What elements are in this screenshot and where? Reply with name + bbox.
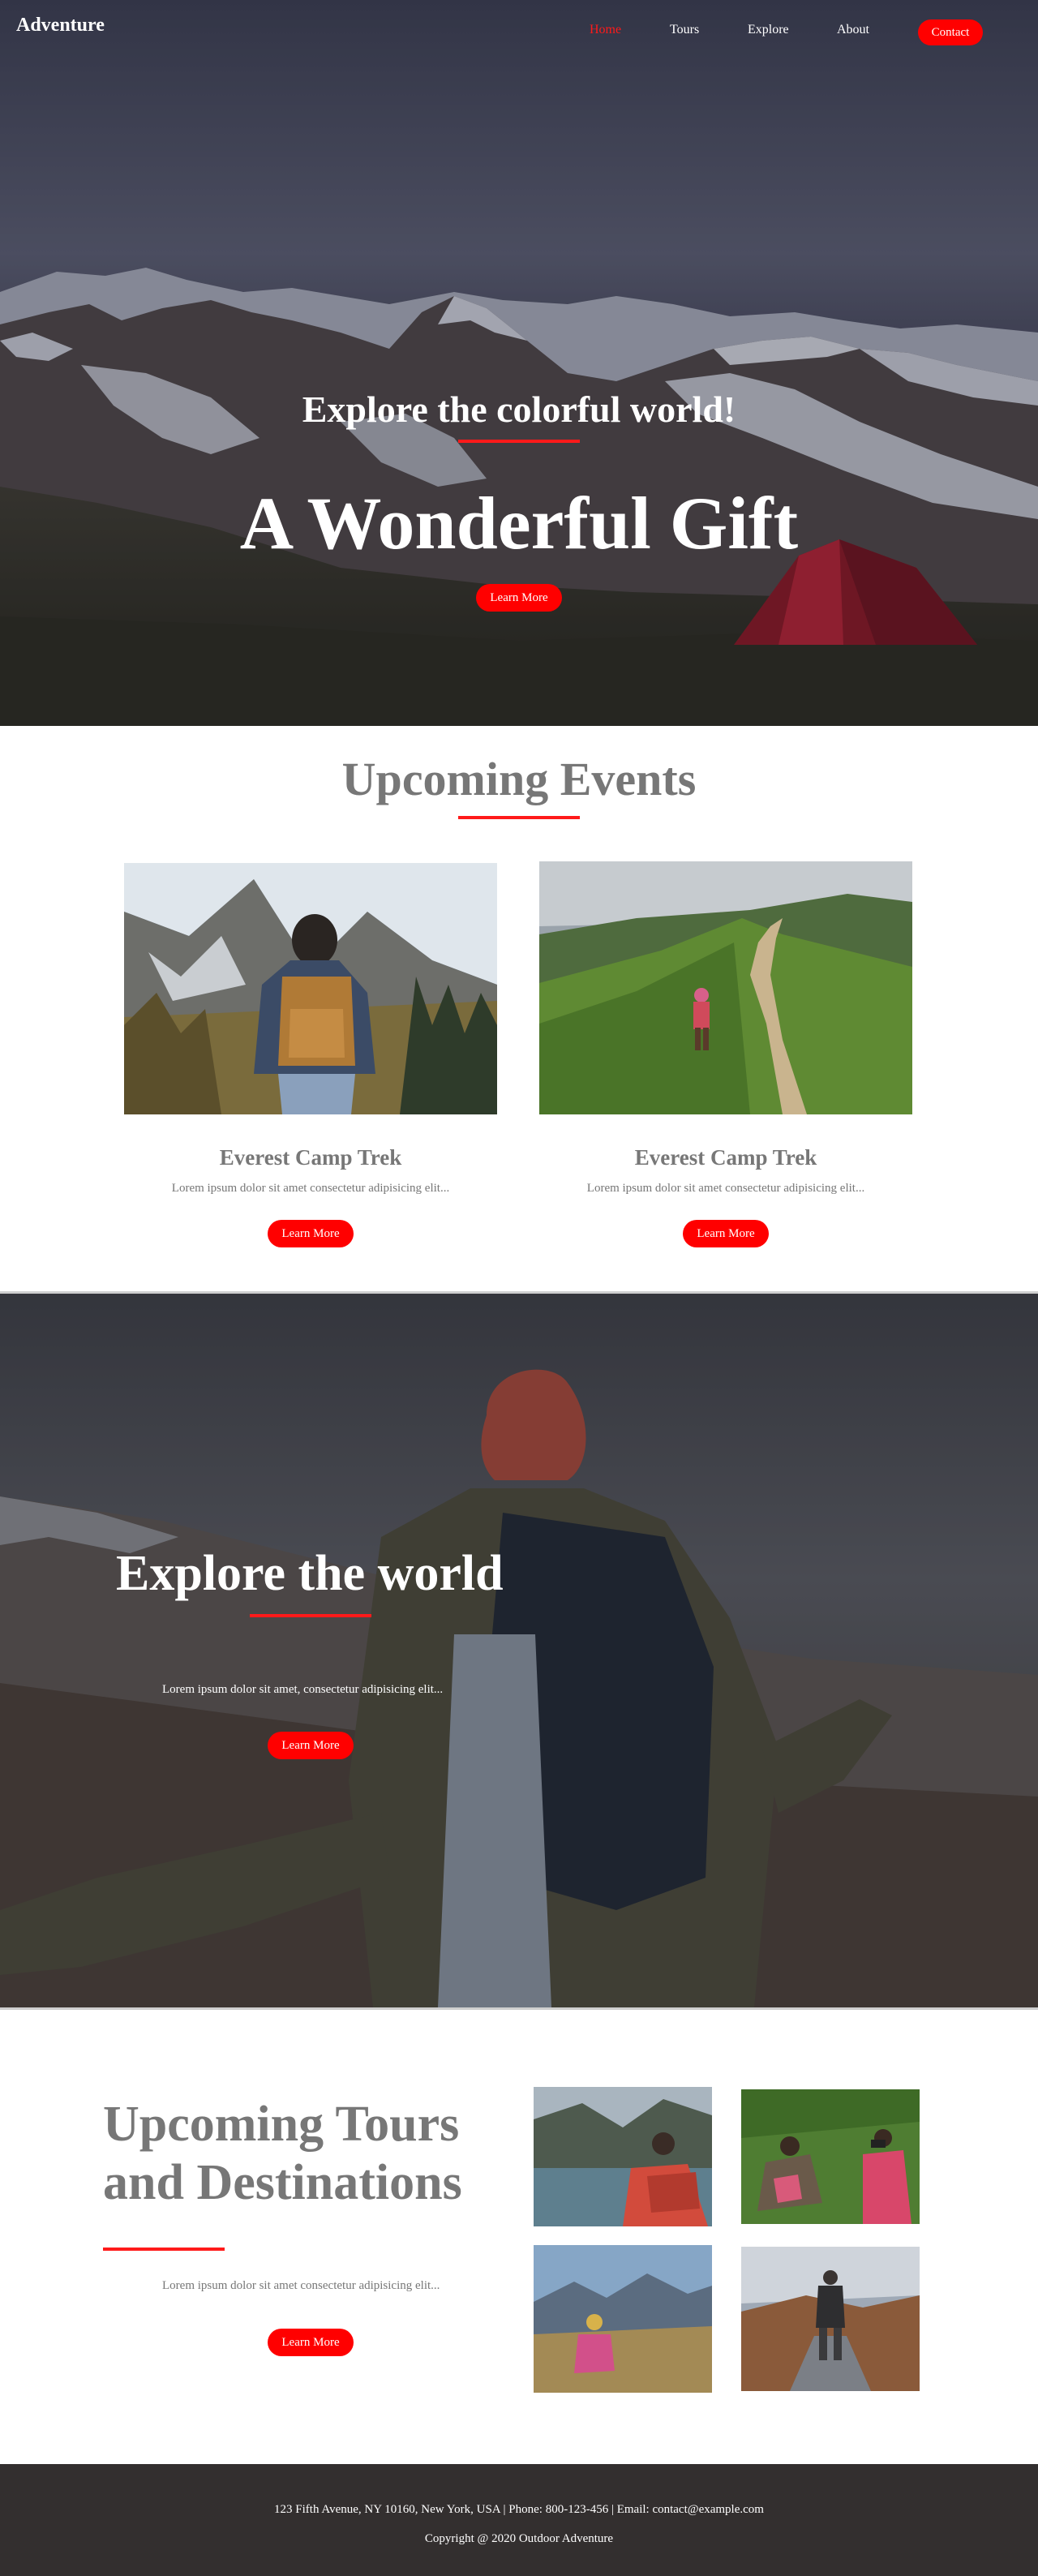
hero-underline: [458, 440, 580, 443]
upcoming-events-section: Upcoming Events Everest Camp Trek Lorem …: [0, 726, 1038, 1291]
tour-rocky-trail-image[interactable]: [741, 2247, 920, 2391]
events-underline: [458, 816, 580, 819]
event-hiker-backpack-image: [124, 863, 497, 1114]
hero-mountain-image: [0, 0, 1038, 726]
event-title: Everest Camp Trek: [219, 1145, 402, 1170]
event-description: Lorem ipsum dolor sit amet consectetur a…: [586, 1182, 865, 1195]
explore-learn-more-button[interactable]: Learn More: [268, 1732, 354, 1759]
contact-button[interactable]: Contact: [918, 19, 983, 45]
event-card: Everest Camp Trek Lorem ipsum dolor sit …: [124, 863, 497, 1247]
event-learn-more-button[interactable]: Learn More: [683, 1220, 769, 1247]
explore-underline: [250, 1614, 371, 1617]
explore-title: Explore the world: [116, 1546, 504, 1601]
tour-mountain-view-image[interactable]: [534, 2245, 712, 2393]
brand-logo[interactable]: Adventure: [16, 15, 105, 36]
event-card: Everest Camp Trek Lorem ipsum dolor sit …: [539, 861, 912, 1247]
footer-copyright: Copyright @ 2020 Outdoor Adventure: [424, 2532, 614, 2545]
hero-section: Adventure Home Tours Explore About Conta…: [0, 0, 1038, 726]
tour-lake-hiker-image[interactable]: [534, 2087, 712, 2226]
events-title: Upcoming Events: [341, 753, 697, 805]
tours-underline: [103, 2248, 225, 2251]
nav-home[interactable]: Home: [590, 23, 621, 37]
footer-contact-info: 123 Fifth Avenue, NY 10160, New York, US…: [274, 2503, 764, 2516]
main-nav: Home Tours Explore About Contact: [568, 19, 989, 45]
hero-subtitle: Explore the colorful world!: [302, 389, 736, 430]
nav-about[interactable]: About: [837, 23, 869, 37]
nav-tours[interactable]: Tours: [670, 23, 699, 37]
explore-section: Explore the world Lorem ipsum dolor sit …: [0, 1291, 1038, 2010]
hero-title: A Wonderful Gift: [239, 482, 799, 565]
event-title: Everest Camp Trek: [634, 1145, 817, 1170]
explore-description: Lorem ipsum dolor sit amet, consectetur …: [162, 1683, 444, 1696]
event-ridge-trail-image: [539, 861, 912, 1114]
hero-learn-more-button[interactable]: Learn More: [476, 584, 562, 612]
event-description: Lorem ipsum dolor sit amet consectetur a…: [171, 1182, 450, 1195]
nav-explore[interactable]: Explore: [748, 23, 789, 37]
explore-hiker-image: [0, 1294, 1038, 2007]
upcoming-tours-section: Upcoming Tours and Destinations Lorem ip…: [0, 2010, 1038, 2464]
tour-photographers-image[interactable]: [741, 2089, 920, 2224]
tours-title-line-1: Upcoming Tours: [103, 2097, 460, 2152]
event-learn-more-button[interactable]: Learn More: [268, 1220, 354, 1247]
tours-description: Lorem ipsum dolor sit amet consectetur a…: [162, 2279, 440, 2292]
tours-title-line-2: and Destinations: [103, 2155, 462, 2210]
tours-learn-more-button[interactable]: Learn More: [268, 2329, 354, 2356]
tours-title: Upcoming Tours and Destinations: [103, 2095, 462, 2212]
site-footer: 123 Fifth Avenue, NY 10160, New York, US…: [0, 2464, 1038, 2576]
